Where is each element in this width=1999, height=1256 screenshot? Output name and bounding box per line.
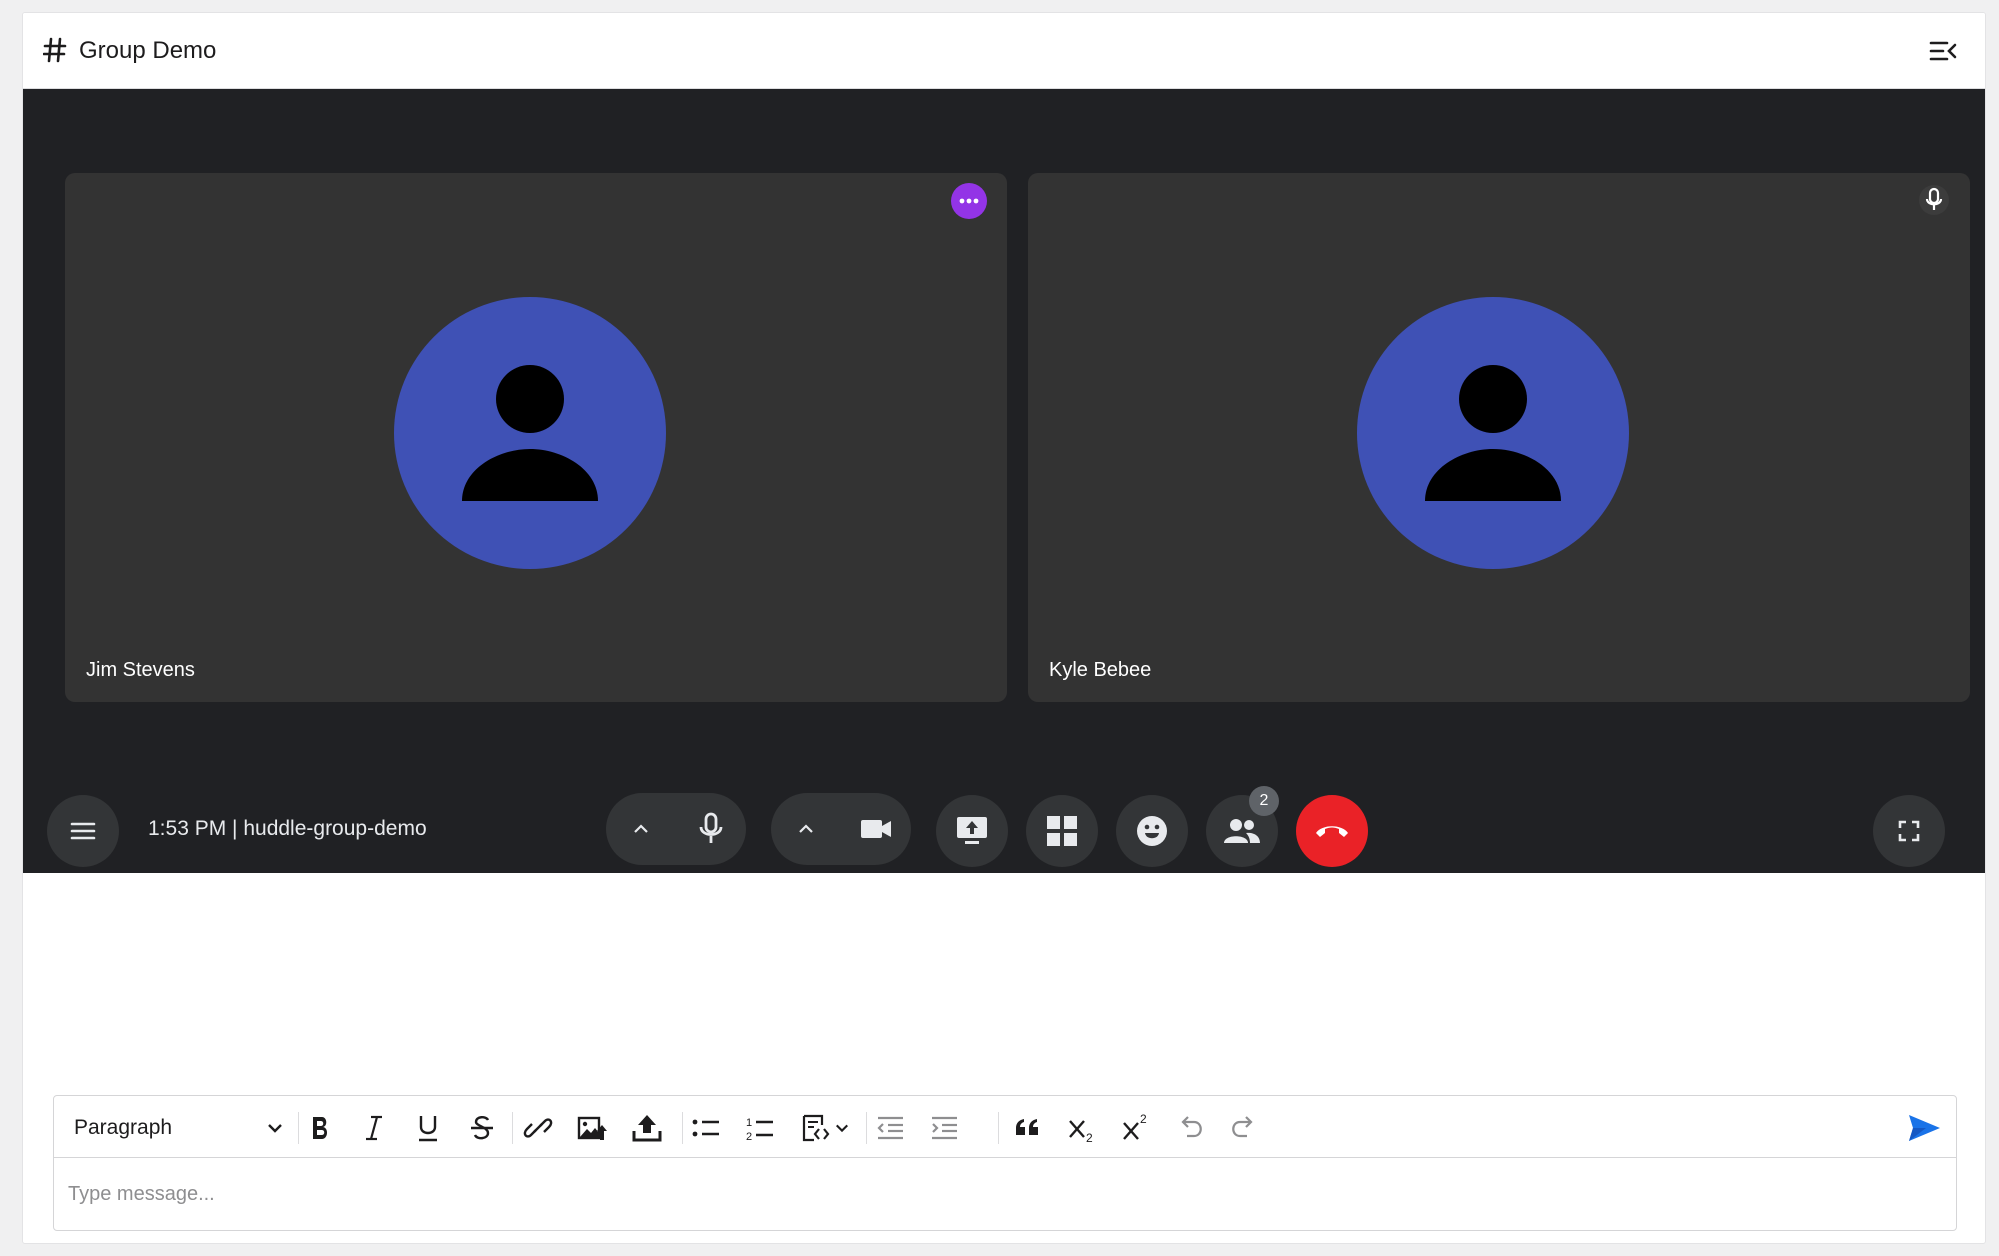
bold-button[interactable] — [302, 1110, 338, 1146]
superscript-button[interactable]: 2 — [1118, 1110, 1154, 1146]
more-options-icon — [959, 198, 979, 204]
present-screen-icon — [957, 817, 987, 844]
toolbar-divider — [512, 1112, 513, 1144]
camera-toggle-button[interactable] — [841, 793, 911, 865]
underline-icon — [419, 1116, 437, 1142]
participant-name: Jim Stevens — [86, 659, 195, 681]
microphone-icon — [699, 812, 723, 843]
audio-options-button[interactable] — [606, 793, 676, 865]
redo-icon — [1232, 1116, 1253, 1138]
quote-icon — [1016, 1119, 1038, 1135]
bold-icon — [313, 1117, 328, 1139]
svg-text:1: 1 — [746, 1117, 752, 1129]
fullscreen-button[interactable] — [1873, 795, 1945, 867]
link-button[interactable] — [520, 1110, 556, 1146]
block-format-select[interactable]: Paragraph — [74, 1114, 284, 1142]
code-block-button[interactable] — [794, 1110, 856, 1146]
image-upload-icon — [577, 1116, 607, 1140]
camera-icon — [861, 820, 891, 838]
indent-icon — [932, 1116, 957, 1140]
huddle-window: Group Demo Jim Stevens Kyle Bebee 1:53 P… — [22, 12, 1986, 1244]
participant-tile[interactable]: Kyle Bebee — [1028, 173, 1970, 702]
hang-up-icon — [1316, 826, 1348, 837]
svg-text:2: 2 — [746, 1131, 752, 1143]
send-icon[interactable] — [1906, 1110, 1942, 1146]
participant-name: Kyle Bebee — [1049, 659, 1152, 681]
blockquote-button[interactable] — [1010, 1110, 1046, 1146]
bullet-list-icon — [692, 1119, 719, 1137]
toolbar-divider — [682, 1112, 683, 1144]
undo-button[interactable] — [1172, 1110, 1208, 1146]
microphone-icon — [1919, 185, 1949, 215]
channel-title: Group Demo — [79, 37, 217, 64]
bullet-list-button[interactable] — [688, 1110, 724, 1146]
chevron-down-icon — [268, 1124, 282, 1133]
participant-tile[interactable]: Jim Stevens — [65, 173, 1007, 702]
redo-button[interactable] — [1226, 1110, 1262, 1146]
avatar — [394, 297, 666, 569]
link-icon — [523, 1118, 553, 1138]
toolbar-divider — [998, 1112, 999, 1144]
microphone-control[interactable] — [606, 793, 746, 865]
numbered-list-button[interactable]: 1 2 — [742, 1110, 778, 1146]
svg-text:2: 2 — [1086, 1131, 1093, 1143]
person-icon — [462, 365, 598, 501]
outdent-button[interactable] — [872, 1110, 908, 1146]
italic-icon — [366, 1115, 382, 1141]
indent-button[interactable] — [926, 1110, 962, 1146]
outdent-icon — [877, 1116, 903, 1140]
call-menu-button[interactable] — [47, 795, 119, 867]
block-format-value: Paragraph — [74, 1116, 173, 1139]
svg-text:2: 2 — [1140, 1113, 1147, 1126]
more-options-button[interactable] — [951, 183, 987, 219]
upload-file-button[interactable] — [629, 1110, 665, 1146]
avatar — [1357, 297, 1629, 569]
emoji-icon — [1137, 816, 1167, 846]
present-screen-button[interactable] — [936, 795, 1008, 867]
toolbar-divider — [866, 1112, 867, 1144]
subscript-button[interactable]: 2 — [1064, 1110, 1100, 1146]
italic-button[interactable] — [356, 1110, 392, 1146]
layout-button[interactable] — [1026, 795, 1098, 867]
strikethrough-icon — [471, 1116, 493, 1140]
underline-button[interactable] — [410, 1110, 446, 1146]
superscript-icon: 2 — [1123, 1113, 1147, 1140]
meeting-info: 1:53 PM | huddle-group-demo — [148, 817, 427, 840]
undo-icon — [1181, 1116, 1202, 1138]
code-block-icon — [802, 1114, 830, 1142]
camera-control[interactable] — [771, 793, 911, 865]
people-icon — [1224, 819, 1260, 843]
fullscreen-icon — [1898, 820, 1920, 842]
menu-collapse-icon[interactable] — [1929, 39, 1957, 63]
participant-count-badge: 2 — [1249, 786, 1279, 816]
insert-image-button[interactable] — [574, 1110, 610, 1146]
editor-toolbar: Paragraph 1 2 2 2 — [54, 1096, 1956, 1158]
call-stage: Jim Stevens Kyle Bebee 1:53 PM | huddle-… — [23, 89, 1985, 873]
hang-up-button[interactable] — [1296, 795, 1368, 867]
strikethrough-button[interactable] — [464, 1110, 500, 1146]
chevron-up-icon — [634, 824, 648, 833]
message-input[interactable] — [54, 1158, 1956, 1230]
chevron-down-icon — [836, 1124, 848, 1133]
reactions-button[interactable] — [1116, 795, 1188, 867]
video-options-button[interactable] — [771, 793, 841, 865]
chevron-up-icon — [799, 824, 813, 833]
message-composer: Paragraph 1 2 2 2 Type message... — [53, 1095, 1957, 1231]
hash-icon — [43, 37, 67, 63]
channel-header: Group Demo — [23, 13, 1985, 89]
upload-icon — [632, 1115, 662, 1142]
subscript-icon: 2 — [1069, 1120, 1093, 1143]
menu-icon — [70, 822, 96, 840]
toolbar-divider — [298, 1112, 299, 1144]
layout-grid-icon — [1047, 816, 1077, 846]
person-icon — [1425, 365, 1561, 501]
mute-button[interactable] — [676, 793, 746, 865]
numbered-list-icon: 1 2 — [746, 1117, 773, 1143]
